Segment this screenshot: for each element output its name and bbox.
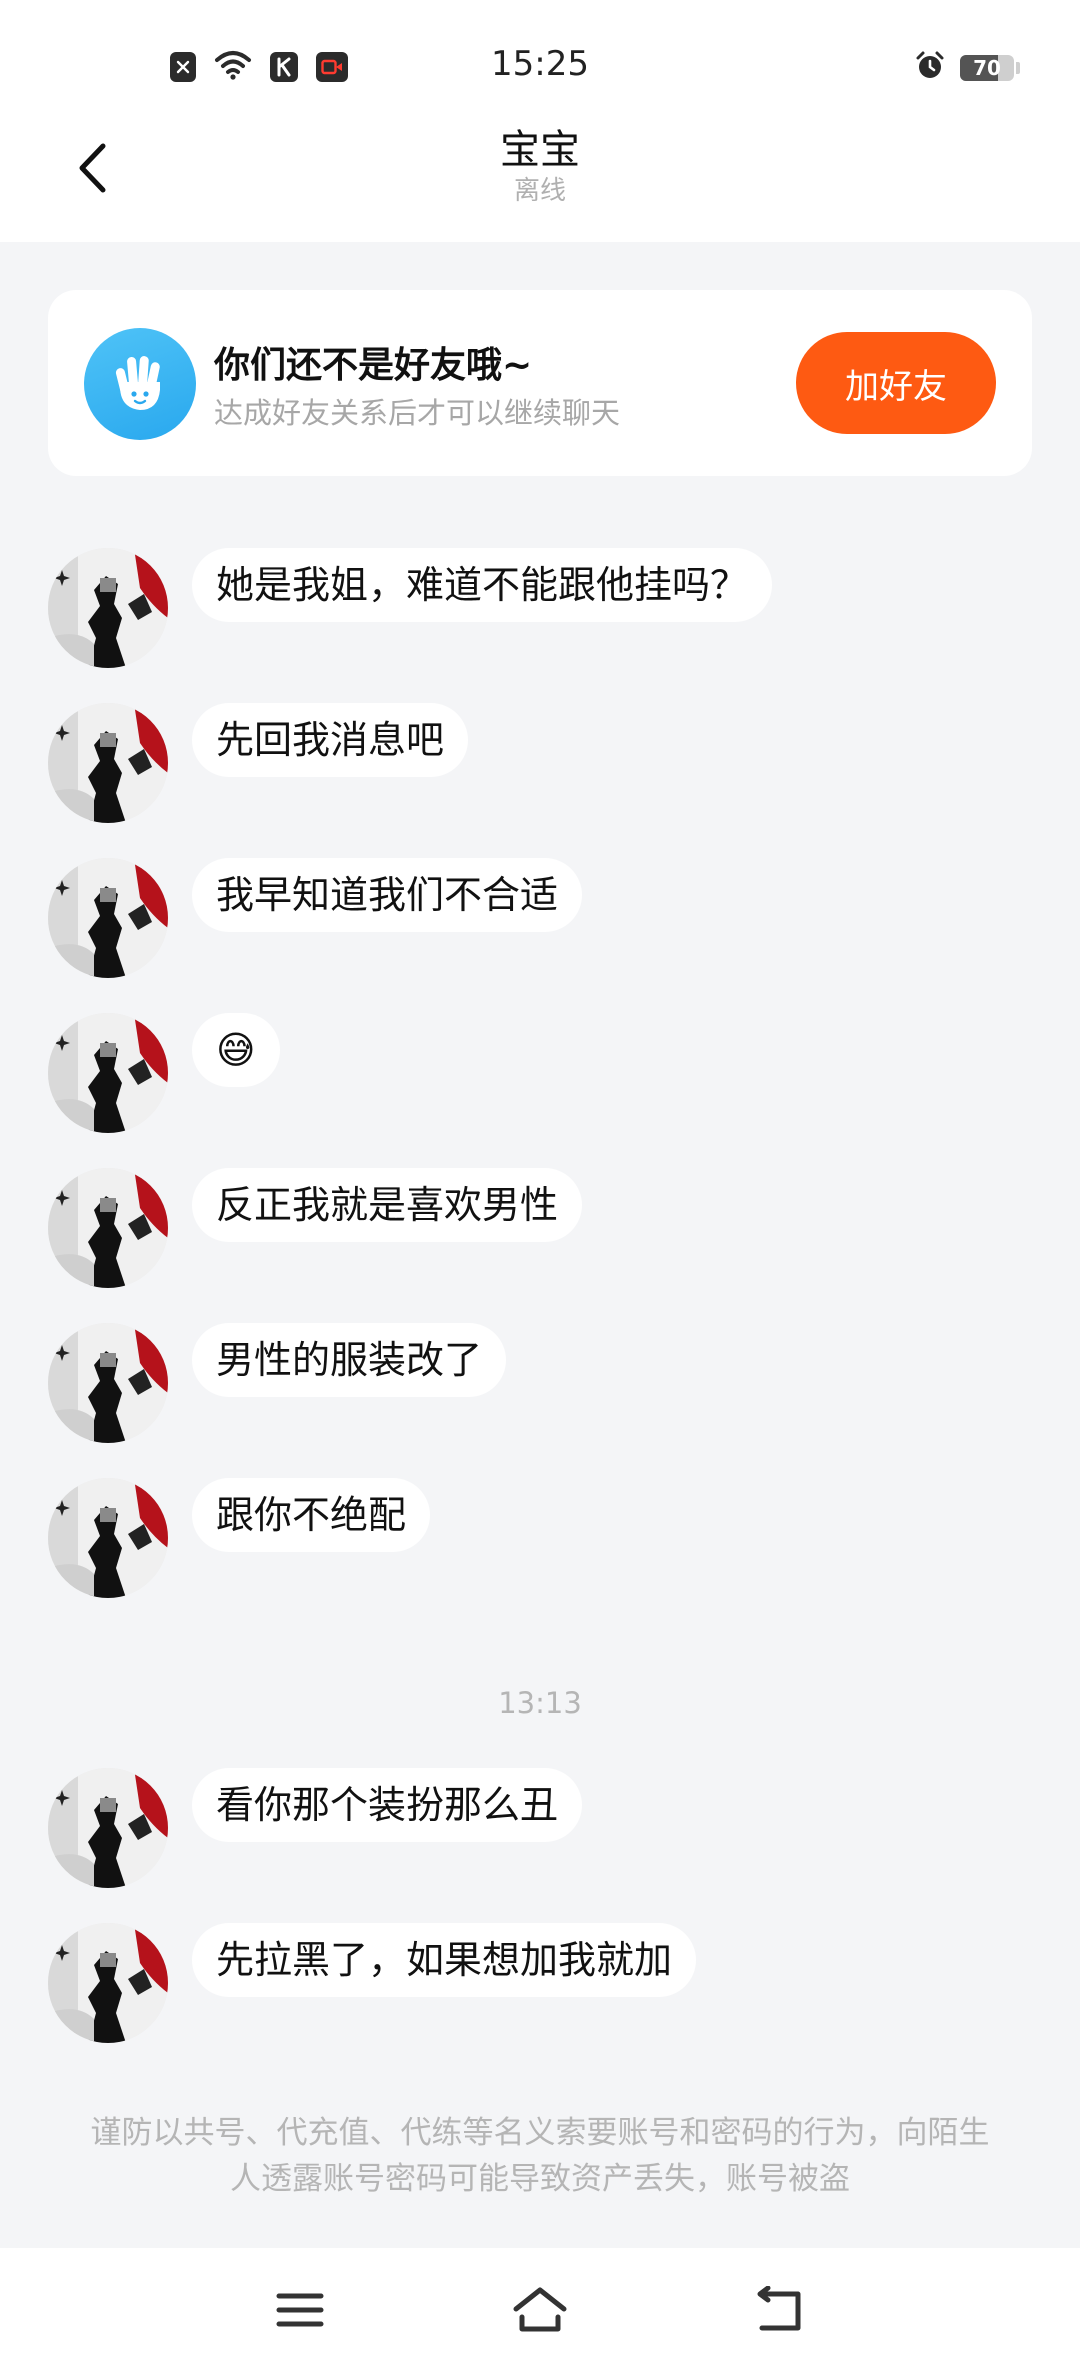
security-warning: 谨防以共号、代充值、代练等名义索要账号和密码的行为，向陌生人透露账号密码可能导致… [90, 2115, 990, 2197]
menu-icon [276, 2293, 324, 2327]
message-timestamp: 13:13 [498, 1686, 582, 1720]
back-nav-button[interactable] [745, 2278, 815, 2342]
contact-name: 宝宝 [500, 127, 580, 173]
message-bubble[interactable]: 看你那个装扮那么丑 [192, 1768, 583, 1842]
chat-header: 宝宝 离线 [0, 124, 1080, 206]
hand-wave-icon [84, 328, 196, 440]
avatar[interactable] [48, 858, 168, 978]
menu-button[interactable] [265, 2278, 335, 2342]
message-bubble[interactable]: 先回我消息吧 [192, 703, 469, 777]
status-icons-right: 70 [914, 50, 1020, 86]
avatar[interactable] [48, 1323, 168, 1443]
message-bubble[interactable]: 反正我就是喜欢男性 [192, 1168, 583, 1242]
system-nav-bar [0, 2248, 1080, 2376]
not-friends-title: 你们还不是好友哦~ [214, 345, 533, 386]
home-icon [513, 2287, 567, 2332]
message-bubble[interactable]: 先拉黑了，如果想加我就加 [192, 1923, 697, 1997]
battery-cap [1016, 62, 1020, 74]
avatar[interactable] [48, 548, 168, 668]
avatar[interactable] [48, 1478, 168, 1598]
message-bubble[interactable]: 我早知道我们不合适 [192, 858, 583, 932]
alarm-icon [914, 50, 946, 86]
message-bubble[interactable]: 😅 [192, 1013, 280, 1087]
status-bar: 15:25 70 [0, 0, 1080, 120]
battery-icon: 70 [960, 55, 1014, 81]
not-friends-card: 你们还不是好友哦~ 达成好友关系后才可以继续聊天 加好友 [48, 290, 1032, 476]
message-bubble[interactable]: 她是我姐，难道不能跟他挂吗？ [192, 548, 773, 622]
add-friend-button[interactable]: 加好友 [796, 332, 996, 434]
not-friends-subtitle: 达成好友关系后才可以继续聊天 [214, 396, 621, 430]
avatar[interactable] [48, 703, 168, 823]
back-nav-icon [757, 2286, 801, 2331]
contact-status: 离线 [513, 176, 566, 206]
avatar[interactable] [48, 1013, 168, 1133]
top-bar: 15:25 70 宝宝 离线 [0, 0, 1080, 242]
message-bubble[interactable]: 跟你不绝配 [192, 1478, 431, 1552]
home-button[interactable] [505, 2278, 575, 2342]
battery-percent: 70 [973, 56, 1001, 80]
avatar[interactable] [48, 1768, 168, 1888]
message-bubble[interactable]: 男性的服装改了 [192, 1323, 507, 1397]
avatar[interactable] [48, 1923, 168, 2043]
avatar[interactable] [48, 1168, 168, 1288]
